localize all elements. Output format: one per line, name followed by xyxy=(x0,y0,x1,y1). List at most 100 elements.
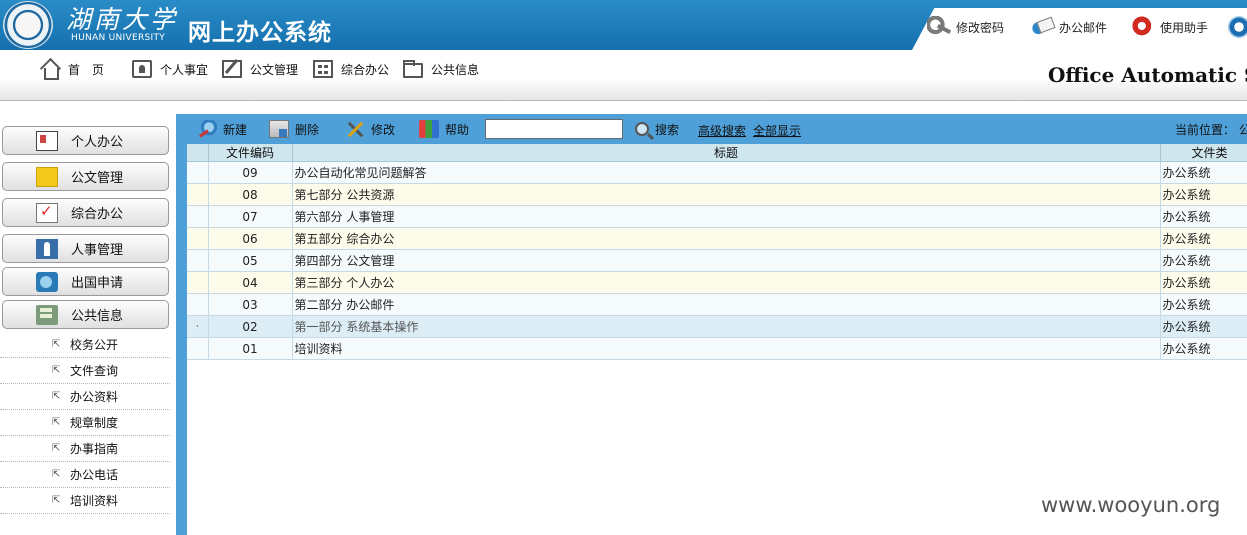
document-icon xyxy=(36,166,58,187)
title-cell[interactable]: 第五部分 综合办公 xyxy=(292,227,1161,250)
file-code-cell: 07 xyxy=(208,205,293,228)
file-code-cell: 09 xyxy=(208,161,293,184)
table-row[interactable]: · 02 第一部分 系统基本操作 办公系统 xyxy=(187,315,1247,338)
office-mail-link[interactable]: 办公邮件 xyxy=(1030,15,1107,39)
sidebar-item-document-management[interactable]: 公文管理 xyxy=(2,162,169,191)
table-row[interactable]: 07 第六部分 人事管理 办公系统 xyxy=(187,205,1247,228)
table-row[interactable]: 05 第四部分 公文管理 办公系统 xyxy=(187,249,1247,272)
top-navigation: 首 页 个人事宜 公文管理 综合办公 公共信息 Office Automatic… xyxy=(0,50,1247,100)
title-cell[interactable]: 第七部分 公共资源 xyxy=(292,183,1161,206)
title-cell[interactable]: 第三部分 个人办公 xyxy=(292,271,1161,294)
row-marker-cell xyxy=(187,337,209,360)
user-guide-link[interactable]: 使用助手 xyxy=(1131,15,1208,39)
help-button[interactable]: 帮助 xyxy=(419,119,469,139)
arrow-icon: ⇱ xyxy=(52,417,61,428)
globe-icon xyxy=(36,271,58,292)
grid-icon xyxy=(313,60,333,78)
column-header-code[interactable]: 文件编码 xyxy=(208,144,293,162)
file-type-cell: 办公系统 xyxy=(1160,161,1247,184)
table-header-row: 文件编码 标题 文件类 xyxy=(187,144,1247,162)
university-name-cn: 湖南大学 xyxy=(66,5,179,34)
new-button[interactable]: 新建 xyxy=(197,119,247,139)
arrow-icon: ⇱ xyxy=(52,365,61,376)
table-row[interactable]: 03 第二部分 办公邮件 办公系统 xyxy=(187,293,1247,316)
nav-home[interactable]: 首 页 xyxy=(40,58,104,80)
browser-icon xyxy=(1228,16,1247,38)
submenu-item-label: 文件查询 xyxy=(70,364,119,378)
search-input[interactable] xyxy=(485,119,623,139)
title-cell[interactable]: 第二部分 办公邮件 xyxy=(292,293,1161,316)
nav-document-management[interactable]: 公文管理 xyxy=(222,58,298,80)
submenu-item-office-materials[interactable]: ⇱ 办公资料 xyxy=(0,384,170,410)
change-password-link[interactable]: 修改密码 xyxy=(927,15,1004,39)
books-icon xyxy=(419,120,439,138)
table-row[interactable]: 09 办公自动化常见问题解答 办公系统 xyxy=(187,161,1247,184)
help-icon xyxy=(1131,16,1155,38)
column-header-marker xyxy=(187,144,209,162)
show-all-link[interactable]: 全部显示 xyxy=(753,122,801,139)
sidebar: 个人办公 公文管理 综合办公 人事管理 出国申请 公共信息 ⇱ 校务公开 ⇱ 文… xyxy=(0,114,187,535)
nav-personal-affairs[interactable]: 个人事宜 xyxy=(132,58,208,80)
column-header-type[interactable]: 文件类 xyxy=(1160,144,1247,162)
sidebar-item-general-office[interactable]: 综合办公 xyxy=(2,198,169,227)
sidebar-item-public-info[interactable]: 公共信息 xyxy=(2,300,169,329)
title-cell[interactable]: 第六部分 人事管理 xyxy=(292,205,1161,228)
person-icon xyxy=(36,238,58,259)
arrow-icon: ⇱ xyxy=(52,469,61,480)
nav-personal-affairs-label: 个人事宜 xyxy=(160,62,209,77)
submenu-item-service-guide[interactable]: ⇱ 办事指南 xyxy=(0,436,170,462)
row-marker-cell: · xyxy=(187,315,209,338)
submenu-item-campus-affairs[interactable]: ⇱ 校务公开 xyxy=(0,332,170,358)
advanced-search-link[interactable]: 高级搜索 xyxy=(698,122,746,139)
new-label: 新建 xyxy=(223,122,248,137)
sidebar-item-label: 综合办公 xyxy=(71,207,124,222)
arrow-icon: ⇱ xyxy=(52,443,61,454)
location-value: 公 xyxy=(1238,123,1247,137)
row-marker-cell xyxy=(187,271,209,294)
row-marker-cell xyxy=(187,183,209,206)
submenu-item-label: 培训资料 xyxy=(70,494,119,508)
table-row[interactable]: 06 第五部分 综合办公 办公系统 xyxy=(187,227,1247,250)
nav-public-info-label: 公共信息 xyxy=(431,62,480,77)
system-title: 网上办公系统 xyxy=(188,19,332,46)
home-icon xyxy=(40,60,60,80)
nav-document-management-label: 公文管理 xyxy=(250,62,299,77)
row-marker-cell xyxy=(187,205,209,228)
browser-link[interactable] xyxy=(1228,15,1247,39)
search-label: 搜索 xyxy=(655,122,680,137)
nav-general-office[interactable]: 综合办公 xyxy=(313,58,389,80)
row-marker-cell xyxy=(187,249,209,272)
file-type-cell: 办公系统 xyxy=(1160,271,1247,294)
file-type-cell: 办公系统 xyxy=(1160,249,1247,272)
sidebar-item-personal-office[interactable]: 个人办公 xyxy=(2,126,169,155)
submenu-item-training-materials[interactable]: ⇱ 培训资料 xyxy=(0,488,170,514)
file-type-cell: 办公系统 xyxy=(1160,205,1247,228)
title-cell[interactable]: 培训资料 xyxy=(292,337,1161,360)
file-type-cell: 办公系统 xyxy=(1160,227,1247,250)
edit-button[interactable]: 修改 xyxy=(345,119,395,139)
submenu-item-office-phone[interactable]: ⇱ 办公电话 xyxy=(0,462,170,488)
document-table: 文件编码 标题 文件类 09 办公自动化常见问题解答 办公系统 08 第七部分 公共资源… xyxy=(187,144,1247,360)
search-icon xyxy=(635,122,649,136)
sidebar-item-hr-management[interactable]: 人事管理 xyxy=(2,234,169,263)
public-info-icon xyxy=(36,304,58,325)
title-cell[interactable]: 办公自动化常见问题解答 xyxy=(292,161,1161,184)
submenu-item-file-query[interactable]: ⇱ 文件查询 xyxy=(0,358,170,384)
table-row[interactable]: 01 培训资料 办公系统 xyxy=(187,337,1247,360)
toolbar: 新建 删除 修改 帮助 搜索 高级搜索 全部显示 当前位置： 公 xyxy=(187,114,1247,144)
checklist-icon xyxy=(36,202,58,223)
column-header-title[interactable]: 标题 xyxy=(292,144,1161,162)
sidebar-item-label: 出国申请 xyxy=(71,276,124,291)
watermark: www.wooyun.org xyxy=(1041,493,1221,517)
nav-divider xyxy=(0,100,1247,114)
key-icon xyxy=(927,16,951,38)
nav-public-info[interactable]: 公共信息 xyxy=(403,58,479,80)
table-row[interactable]: 08 第七部分 公共资源 办公系统 xyxy=(187,183,1247,206)
search-button[interactable]: 搜索 xyxy=(635,119,679,139)
title-cell[interactable]: 第一部分 系统基本操作 xyxy=(292,315,1161,338)
table-row[interactable]: 04 第三部分 个人办公 办公系统 xyxy=(187,271,1247,294)
sidebar-item-abroad-application[interactable]: 出国申请 xyxy=(2,267,169,296)
submenu-item-regulations[interactable]: ⇱ 规章制度 xyxy=(0,410,170,436)
delete-button[interactable]: 删除 xyxy=(269,119,319,139)
title-cell[interactable]: 第四部分 公文管理 xyxy=(292,249,1161,272)
